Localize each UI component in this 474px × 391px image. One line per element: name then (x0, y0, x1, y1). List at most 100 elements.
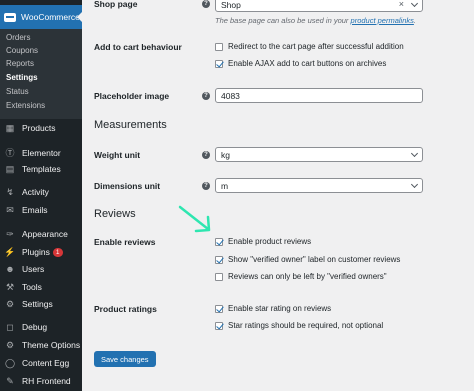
reviews-heading: Reviews (94, 208, 136, 220)
tools-icon: ⚒ (5, 281, 15, 292)
enable-star-rating-checkbox[interactable] (215, 304, 223, 313)
sidebar-item-label: Appearance (22, 229, 68, 239)
measurements-heading: Measurements (94, 119, 167, 131)
verified-owner-label-option[interactable]: Show "verified owner" label on customer … (215, 255, 400, 264)
admin-sidebar: WooCommerce Orders Coupons Reports Setti… (0, 0, 82, 391)
checkbox-label: Enable product reviews (228, 237, 312, 246)
elementor-icon: Ⓣ (5, 147, 15, 158)
shop-page-value: Shop (221, 0, 241, 10)
help-tip-icon[interactable]: ? (202, 182, 210, 190)
woocommerce-submenu: Orders Coupons Reports Settings Status E… (0, 29, 82, 119)
enable-star-rating-option[interactable]: Enable star rating on reviews (215, 304, 331, 313)
weight-unit-label: Weight unit (94, 150, 141, 160)
placeholder-image-value: 4083 (221, 90, 240, 101)
submenu-item-status[interactable]: Status (6, 87, 29, 96)
sidebar-item-label: Content Egg (22, 358, 70, 368)
placeholder-image-input[interactable]: 4083 (215, 88, 423, 103)
emails-icon: ✉ (6, 204, 14, 215)
chevron-down-icon (410, 180, 419, 189)
sidebar-item-label: Emails (22, 205, 48, 215)
verified-owner-label-checkbox[interactable] (215, 255, 223, 264)
sidebar-item-label: Settings (22, 299, 53, 309)
sidebar-item-products[interactable]: ▦ Products (0, 120, 82, 136)
rh-frontend-icon: ✎ (6, 375, 14, 386)
redirect-to-cart-option[interactable]: Redirect to the cart page after successf… (215, 42, 404, 51)
verified-owners-only-option[interactable]: Reviews can only be left by "verified ow… (215, 272, 387, 281)
sidebar-item-woocommerce[interactable]: WooCommerce (0, 5, 82, 29)
sidebar-item-label: Plugins (22, 247, 50, 257)
sidebar-item-label: Templates (22, 164, 61, 174)
content-egg-icon: ◯ (4, 357, 16, 368)
help-tip-icon[interactable]: ? (202, 92, 210, 100)
pointer-arrow-icon (178, 205, 211, 233)
sidebar-item-label: Tools (22, 282, 42, 292)
sidebar-item-users[interactable]: ☻ Users (0, 261, 82, 277)
help-tip-icon[interactable]: ? (202, 151, 210, 159)
help-tip-icon[interactable]: ? (202, 0, 210, 8)
sidebar-item-plugins[interactable]: ⚡ Plugins 1 (0, 244, 82, 260)
verified-owners-only-checkbox[interactable] (215, 272, 223, 281)
products-icon: ▦ (5, 122, 15, 133)
save-changes-button[interactable]: Save changes (94, 351, 156, 367)
submenu-item-orders[interactable]: Orders (6, 33, 30, 42)
sidebar-item-label: WooCommerce (21, 12, 80, 22)
users-icon: ☻ (5, 263, 15, 274)
theme-options-icon: ⚙ (5, 339, 15, 350)
submenu-item-settings[interactable]: Settings (6, 73, 38, 82)
star-rating-required-option[interactable]: Star ratings should be required, not opt… (215, 321, 383, 330)
submenu-item-reports[interactable]: Reports (6, 59, 34, 68)
sidebar-item-elementor[interactable]: Ⓣ Elementor (0, 145, 82, 161)
shop-page-description: The base page can also be used in your p… (215, 16, 416, 25)
submenu-item-extensions[interactable]: Extensions (6, 101, 45, 110)
sidebar-item-activity[interactable]: ↯ Activity (0, 184, 82, 200)
weight-unit-select[interactable]: kg (215, 147, 423, 162)
redirect-to-cart-checkbox[interactable] (215, 42, 223, 51)
sidebar-item-label: Debug (22, 322, 48, 332)
chevron-down-icon (410, 149, 419, 158)
star-rating-required-checkbox[interactable] (215, 321, 223, 330)
dimensions-unit-value: m (221, 180, 229, 191)
sidebar-item-settings[interactable]: ⚙ Settings (0, 296, 82, 312)
sidebar-item-emails[interactable]: ✉ Emails (0, 202, 82, 218)
placeholder-image-label: Placeholder image (94, 91, 170, 101)
sidebar-item-rh-frontend[interactable]: ✎ RH Frontend (0, 373, 82, 389)
enable-product-reviews-option[interactable]: Enable product reviews (215, 237, 311, 246)
weight-unit-value: kg (221, 149, 230, 160)
sidebar-item-label: Products (22, 123, 56, 133)
sidebar-item-debug[interactable]: ◻ Debug (0, 319, 82, 335)
dimensions-unit-label: Dimensions unit (94, 181, 161, 191)
product-permalinks-link[interactable]: product permalinks (351, 16, 414, 25)
sidebar-item-templates[interactable]: ▤ Templates (0, 161, 82, 177)
sidebar-item-theme-options[interactable]: ⚙ Theme Options (0, 337, 82, 353)
chevron-down-icon (410, 0, 419, 8)
sidebar-item-appearance[interactable]: ✑ Appearance (0, 226, 82, 242)
sidebar-item-label: Theme Options (22, 340, 81, 350)
dimensions-unit-select[interactable]: m (215, 178, 423, 193)
ajax-add-to-cart-checkbox[interactable] (215, 59, 223, 68)
ajax-add-to-cart-option[interactable]: Enable AJAX add to cart buttons on archi… (215, 59, 386, 68)
product-ratings-label: Product ratings (94, 304, 157, 314)
appearance-icon: ✑ (6, 228, 14, 239)
sidebar-item-label: Elementor (22, 148, 61, 158)
enable-reviews-label: Enable reviews (94, 237, 156, 247)
activity-icon: ↯ (6, 186, 14, 197)
description-text: The base page can also be used in your (215, 16, 349, 25)
sidebar-item-label: Activity (22, 187, 49, 197)
checkbox-label: Star ratings should be required, not opt… (228, 321, 384, 330)
checkbox-label: Redirect to the cart page after successf… (228, 42, 404, 51)
shop-page-select[interactable]: Shop × (215, 0, 423, 12)
sidebar-item-content-egg[interactable]: ◯ Content Egg (0, 355, 82, 371)
debug-icon: ◻ (6, 321, 14, 332)
enable-product-reviews-checkbox[interactable] (215, 237, 223, 246)
sidebar-item-label: Users (22, 264, 45, 274)
clear-selection-icon[interactable]: × (399, 0, 404, 9)
description-end: . (413, 16, 416, 25)
checkbox-label: Enable AJAX add to cart buttons on archi… (228, 59, 387, 68)
settings-icon: ⚙ (5, 298, 15, 309)
woocommerce-icon (4, 12, 16, 22)
sidebar-item-tools[interactable]: ⚒ Tools (0, 279, 82, 295)
submenu-item-coupons[interactable]: Coupons (6, 46, 38, 55)
settings-panel: Shop page ? Shop × The base page can als… (82, 0, 474, 391)
add-to-cart-label: Add to cart behaviour (94, 42, 182, 52)
checkbox-label: Show "verified owner" label on customer … (228, 255, 401, 264)
